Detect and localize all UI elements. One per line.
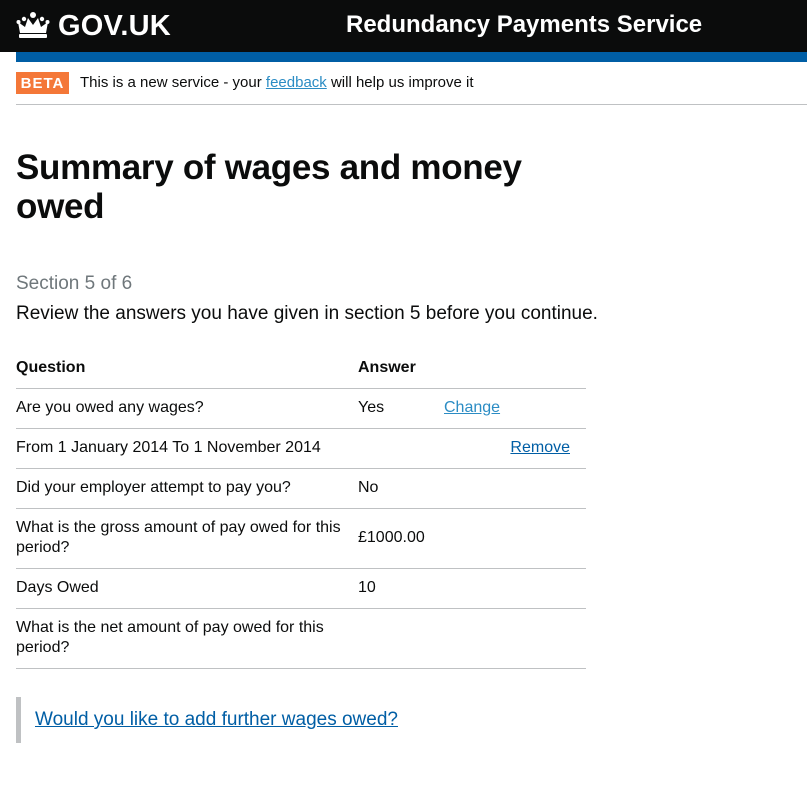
remove-link[interactable]: Remove [510, 439, 570, 456]
phase-tag: BETA [16, 72, 69, 94]
row-action [444, 468, 586, 509]
row-answer: Yes [358, 388, 444, 429]
table-row: Are you owed any wages? Yes Change [16, 388, 586, 429]
table-row: Did your employer attempt to pay you? No [16, 468, 586, 509]
row-action [444, 568, 586, 609]
change-link[interactable]: Change [444, 399, 500, 416]
phase-text-after: will help us improve it [330, 74, 474, 91]
phase-text-before: This is a new service - your [80, 74, 262, 91]
table-row: What is the net amount of pay owed for t… [16, 608, 586, 669]
row-answer: 10 [358, 568, 444, 609]
table-row: What is the gross amount of pay owed for… [16, 508, 586, 569]
row-action [444, 508, 586, 569]
page-title: Summary of wages and money owed [16, 148, 522, 226]
row-question: From 1 January 2014 To 1 November 2014 [16, 428, 358, 469]
row-question: What is the gross amount of pay owed for… [16, 508, 358, 569]
row-answer [358, 608, 444, 669]
lead-text: Review the answers you have given in sec… [16, 303, 598, 324]
row-question: Days Owed [16, 568, 358, 609]
row-answer [358, 428, 444, 469]
feedback-link[interactable]: feedback [266, 74, 327, 91]
section-caption: Section 5 of 6 [16, 273, 133, 294]
phase-banner: BETA This is a new service - your feedba… [16, 62, 807, 105]
further-wages-panel: Would you like to add further wages owed… [16, 697, 398, 743]
row-answer: No [358, 468, 444, 509]
site-header: GOV.UK Redundancy Payments Service [0, 0, 807, 52]
header-question: Question [16, 348, 358, 389]
header-answer: Answer [358, 348, 444, 389]
govuk-logo-link[interactable]: GOV.UK [16, 10, 171, 42]
table-row: From 1 January 2014 To 1 November 2014 R… [16, 428, 586, 469]
logo-text: GOV.UK [58, 10, 171, 42]
row-question: Are you owed any wages? [16, 388, 358, 429]
table-row: Days Owed 10 [16, 568, 586, 609]
header-accent-bar [16, 52, 807, 62]
row-question: What is the net amount of pay owed for t… [16, 608, 358, 669]
row-action: Change [444, 388, 586, 429]
phase-banner-text: This is a new service - your feedback wi… [80, 73, 474, 93]
add-further-wages-link[interactable]: Would you like to add further wages owed… [35, 708, 398, 732]
service-name-link[interactable]: Redundancy Payments Service [346, 10, 702, 40]
row-action: Remove [444, 428, 586, 469]
row-answer: £1000.00 [358, 508, 444, 569]
table-header-row: Question Answer [16, 348, 586, 389]
row-question: Did your employer attempt to pay you? [16, 468, 358, 509]
header-action [444, 348, 586, 389]
summary-table: Question Answer Are you owed any wages? … [16, 348, 586, 669]
crown-icon [16, 12, 50, 38]
row-action [444, 608, 586, 669]
